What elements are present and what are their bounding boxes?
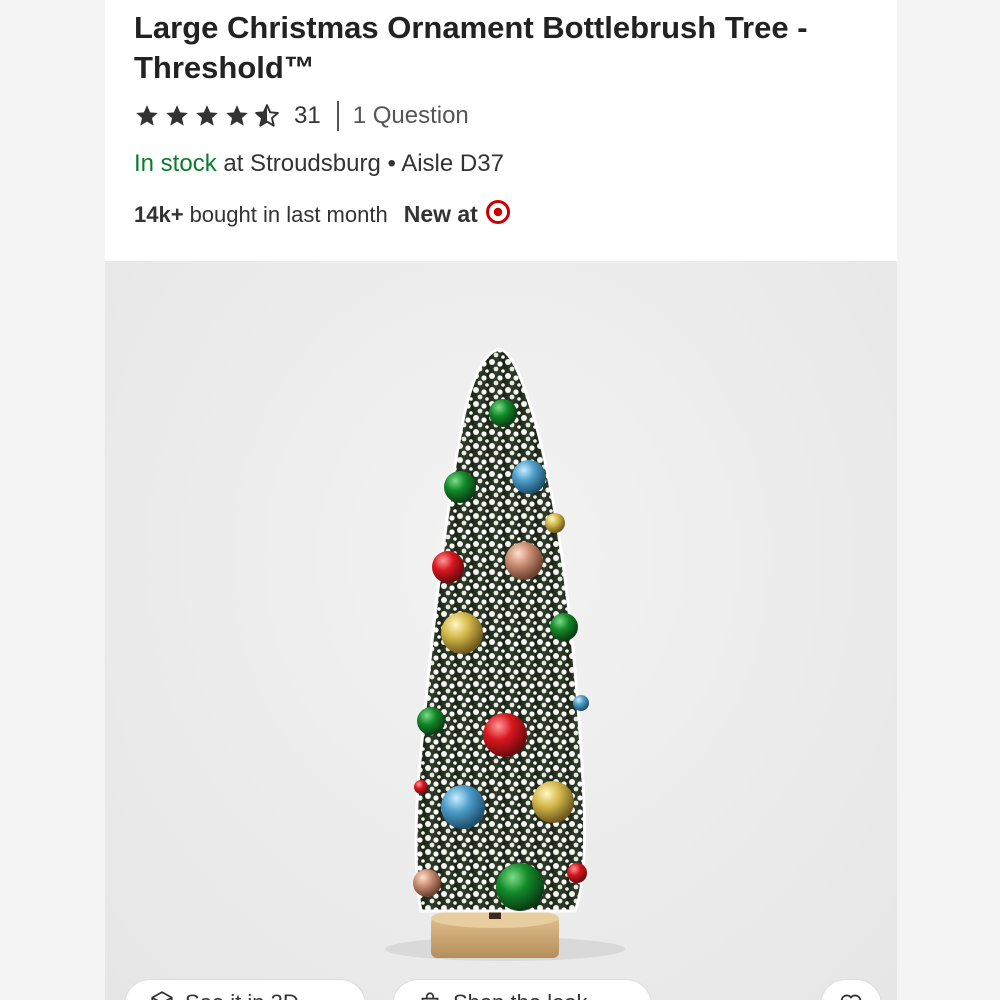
shop-the-look-label: Shop the look — [453, 990, 588, 1000]
view-in-3d-label: See it in 3D — [185, 990, 299, 1000]
bottlebrush-tree-image — [385, 347, 625, 961]
product-image[interactable] — [105, 261, 897, 1000]
divider — [336, 101, 339, 131]
product-title: Large Christmas Ornament Bottlebrush Tre… — [134, 10, 808, 85]
rating-stars — [134, 103, 280, 129]
product-info-panel: Large Christmas Ornament Bottlebrush Tre… — [105, 0, 897, 261]
shop-the-look-button[interactable]: Shop the look — [393, 980, 651, 1000]
star-icon — [194, 103, 220, 129]
new-at-label: New at — [403, 201, 478, 227]
star-half-icon — [254, 103, 280, 129]
availability-line: In stock at Stroudsburg • Aisle D37 — [134, 150, 504, 178]
questions-link[interactable]: 1 Question — [353, 102, 469, 130]
rating-row[interactable]: 31 1 Question — [134, 99, 469, 133]
star-icon — [134, 103, 160, 129]
rating-count: 31 — [294, 102, 321, 129]
product-page: Large Christmas Ornament Bottlebrush Tre… — [105, 0, 897, 1000]
3d-cube-icon — [149, 990, 175, 1000]
stock-status: In stock — [134, 150, 217, 177]
heart-icon — [837, 990, 865, 1000]
social-proof-line: 14k+ bought in last month New at — [134, 200, 510, 229]
target-logo-icon — [485, 200, 510, 229]
store-location[interactable]: at Stroudsburg • Aisle D37 — [217, 150, 504, 177]
star-icon — [164, 103, 190, 129]
bought-text: bought in last month — [189, 201, 388, 227]
bought-count: 14k+ — [134, 201, 184, 227]
view-in-3d-button[interactable]: See it in 3D — [125, 980, 365, 1000]
shopping-bag-icon — [417, 990, 443, 1000]
star-icon — [224, 103, 250, 129]
